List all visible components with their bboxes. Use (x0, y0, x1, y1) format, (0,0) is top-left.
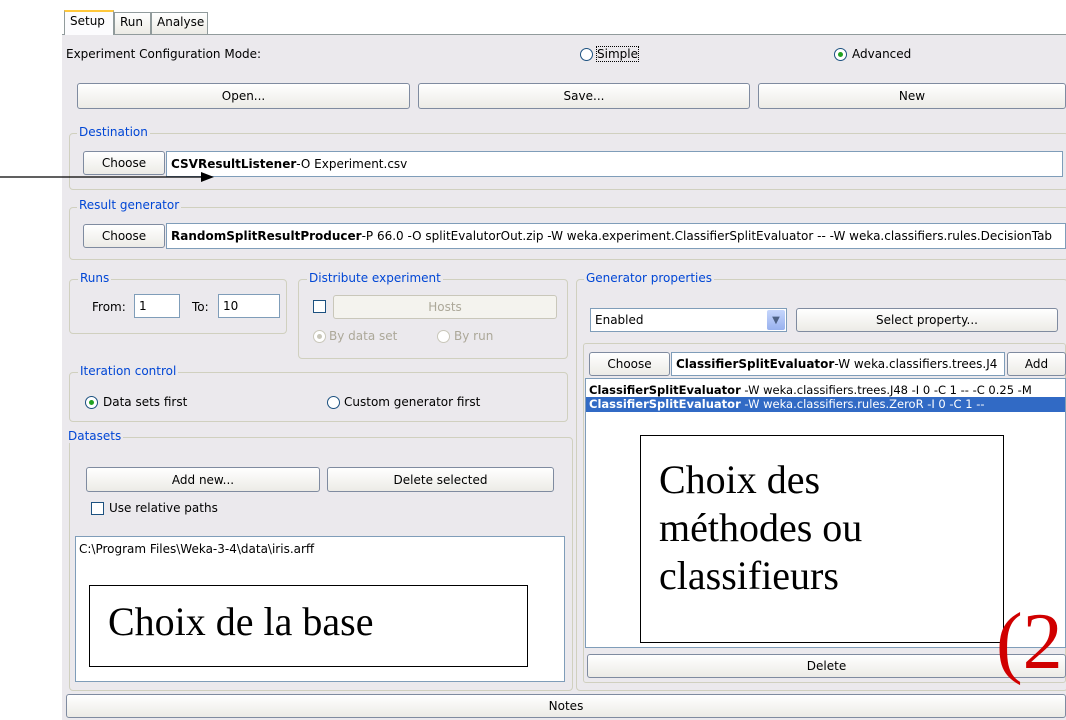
tab-analyse[interactable]: Analyse (151, 12, 208, 34)
use-relative-paths-checkbox[interactable] (91, 502, 104, 515)
enabled-select[interactable]: Enabled ▼ (590, 308, 787, 332)
generator-add-button[interactable]: Add (1007, 352, 1066, 376)
notes-button[interactable]: Notes (66, 694, 1066, 718)
result-generator-args: -P 66.0 -O splitEvalutorOut.zip -W weka.… (361, 229, 1053, 243)
delete-selected-dataset-button[interactable]: Delete selected (327, 467, 554, 492)
corner-annotation-text: (2 (996, 598, 1063, 686)
tab-setup[interactable]: Setup (64, 10, 114, 35)
generator-list-item-text: ClassifierSplitEvaluator -W weka.classif… (589, 397, 985, 411)
runs-from-input[interactable]: 1 (134, 294, 180, 318)
methods-annotation-line: classifieurs (659, 553, 839, 598)
runs-title: Runs (78, 271, 112, 285)
generator-delete-button[interactable]: Delete (587, 654, 1066, 678)
advanced-radio[interactable] (834, 48, 847, 61)
enabled-select-value: Enabled (595, 313, 644, 327)
base-annotation-text: Choix de la base (108, 599, 374, 644)
generator-chosen-field: ClassifierSplitEvaluator -W weka.classif… (671, 352, 1005, 376)
new-button[interactable]: New (758, 83, 1066, 109)
custom-generator-first-label[interactable]: Custom generator first (344, 395, 480, 409)
by-run-radio[interactable] (437, 330, 450, 343)
datasets-title: Datasets (66, 429, 124, 443)
open-button[interactable]: Open... (77, 83, 410, 109)
destination-class-field: CSVResultListener -O Experiment.csv (166, 151, 1063, 177)
use-relative-paths-label[interactable]: Use relative paths (109, 501, 218, 515)
destination-args: -O Experiment.csv (296, 157, 408, 171)
simple-radio-label[interactable]: Simple (596, 46, 639, 62)
distribute-group (298, 279, 568, 359)
simple-radio[interactable] (580, 48, 593, 61)
base-annotation-box: Choix de la base (89, 585, 528, 667)
tab-divider (62, 34, 1066, 35)
config-mode-label: Experiment Configuration Mode: (66, 47, 262, 61)
methods-annotation-line: Choix des (659, 457, 821, 502)
generator-list-item-args: -W weka.classifiers.trees.J48 -I 0 -C 1 … (740, 383, 1032, 397)
by-data-set-label[interactable]: By data set (329, 329, 397, 343)
result-generator-title: Result generator (77, 198, 182, 212)
generator-properties-title: Generator properties (584, 271, 714, 285)
by-run-label[interactable]: By run (454, 329, 493, 343)
custom-generator-first-radio[interactable] (327, 396, 340, 409)
methods-annotation-box: Choix des méthodes ou classifieurs (640, 435, 1004, 643)
generator-list-item-class: ClassifierSplitEvaluator (589, 383, 741, 397)
methods-annotation-line: méthodes ou (659, 505, 863, 550)
dataset-item[interactable]: C:\Program Files\Weka-3-4\data\iris.arff (79, 542, 314, 556)
result-generator-class: RandomSplitResultProducer (171, 229, 362, 243)
runs-to-input[interactable]: 10 (218, 294, 280, 318)
runs-from-label: From: (92, 300, 126, 314)
runs-to-label: To: (192, 300, 209, 314)
generator-list-item[interactable]: ClassifierSplitEvaluator -W weka.classif… (589, 383, 1032, 397)
chevron-down-icon[interactable]: ▼ (767, 310, 785, 330)
result-generator-choose-button[interactable]: Choose (83, 224, 165, 248)
save-button[interactable]: Save... (418, 83, 750, 109)
iteration-title: Iteration control (78, 364, 179, 378)
data-sets-first-label[interactable]: Data sets first (103, 395, 187, 409)
distribute-checkbox[interactable] (313, 300, 326, 313)
select-property-button[interactable]: Select property... (796, 308, 1058, 332)
generator-list-item-selected[interactable]: ClassifierSplitEvaluator -W weka.classif… (586, 397, 1065, 412)
tab-run[interactable]: Run (114, 12, 151, 34)
distribute-title: Distribute experiment (307, 271, 443, 285)
generator-chosen-class: ClassifierSplitEvaluator (676, 357, 835, 371)
generator-choose-button[interactable]: Choose (589, 352, 670, 376)
result-generator-class-field: RandomSplitResultProducer -P 66.0 -O spl… (166, 223, 1066, 249)
generator-list-item-class: ClassifierSplitEvaluator (589, 397, 741, 411)
destination-title: Destination (77, 125, 150, 139)
generator-chosen-args: -W weka.classifiers.trees.J4 (834, 357, 998, 371)
by-data-set-radio[interactable] (313, 330, 326, 343)
annotation-arrow (0, 171, 215, 183)
data-sets-first-radio[interactable] (85, 396, 98, 409)
hosts-button[interactable]: Hosts (333, 295, 557, 319)
advanced-radio-label[interactable]: Advanced (852, 47, 911, 61)
add-new-dataset-button[interactable]: Add new... (86, 467, 320, 492)
arrow-right-icon (0, 172, 214, 182)
destination-class: CSVResultListener (171, 157, 297, 171)
generator-list-item-args: -W weka.classifiers.rules.ZeroR -I 0 -C … (740, 397, 985, 411)
